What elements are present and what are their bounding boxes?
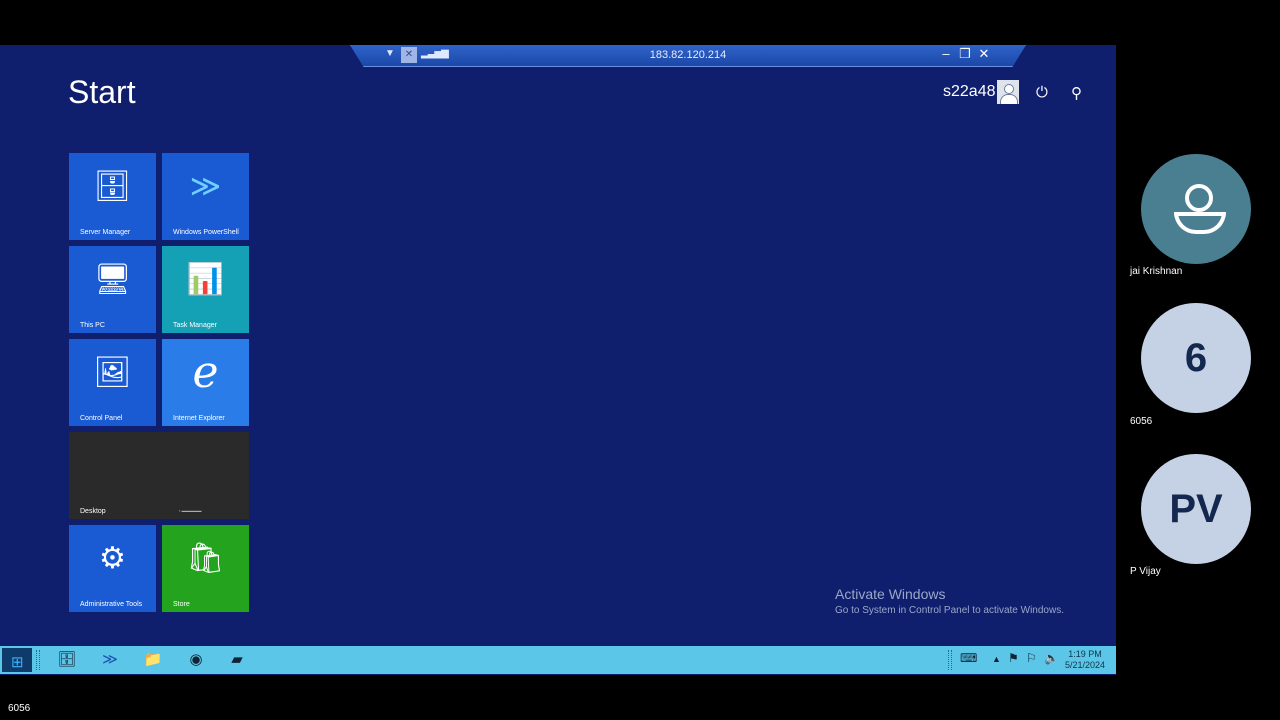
tile-control-panel[interactable]: 🖼 Control Panel	[69, 339, 156, 426]
bottom-label: 6056	[8, 703, 31, 714]
tile-label: This PC	[80, 322, 105, 329]
keyboard-icon[interactable]: ⌨	[960, 651, 977, 665]
tile-label: Store	[173, 601, 190, 608]
show-hidden-icons[interactable]: ▲	[992, 654, 1001, 664]
admin-tools-icon: ⚙	[99, 542, 126, 575]
participant-name: 6056	[1130, 416, 1153, 427]
taskbar-divider	[36, 650, 40, 670]
search-icon[interactable]: ⚲	[1071, 84, 1082, 102]
tile-store[interactable]: 🛍 Store	[162, 525, 249, 612]
person-icon	[1185, 184, 1213, 212]
tile-label: Internet Explorer	[173, 415, 225, 422]
power-icon[interactable]: ⏻	[1036, 84, 1048, 101]
tile-internet-explorer[interactable]: e Internet Explorer	[162, 339, 249, 426]
user-avatar[interactable]	[997, 80, 1019, 104]
file-explorer-icon[interactable]: 📁	[138, 649, 168, 671]
task-manager-icon: 📊	[186, 263, 225, 296]
tile-windows-powershell[interactable]: ≫ Windows PowerShell	[162, 153, 249, 240]
connection-bar: ▼ ✕ ▂▃▅▆ 183.82.120.214 – ❐ ✕	[350, 45, 1026, 67]
computer-icon: 🖥	[93, 263, 132, 296]
control-panel-icon: 🖼	[93, 356, 132, 389]
close-button[interactable]: ✕	[976, 46, 992, 62]
store-icon: 🛍	[186, 542, 225, 575]
powershell-icon: ≫	[189, 170, 222, 203]
remote-desktop-screen[interactable]: ▼ ✕ ▂▃▅▆ 183.82.120.214 – ❐ ✕ Start s22a…	[0, 45, 1116, 675]
start-button[interactable]: ⊞	[2, 648, 32, 672]
minimize-button[interactable]: –	[938, 46, 954, 61]
participant-avatar[interactable]: 6	[1141, 303, 1251, 413]
tile-label: Desktop	[80, 508, 106, 515]
tile-server-manager[interactable]: 🗄 Server Manager	[69, 153, 156, 240]
participant-avatar[interactable]: PV	[1141, 454, 1251, 564]
action-center-icon[interactable]: ⚐	[1026, 651, 1037, 665]
clock-time: 1:19 PM	[1068, 649, 1102, 659]
person-body-icon	[1174, 212, 1226, 234]
tray-divider	[948, 650, 952, 670]
tile-label: Control Panel	[80, 415, 123, 422]
tile-this-pc[interactable]: 🖥 This PC	[69, 246, 156, 333]
server-manager-taskbar-icon[interactable]: 🗄	[52, 649, 82, 671]
tile-label: Windows PowerShell	[173, 229, 239, 236]
tile-task-manager[interactable]: 📊 Task Manager	[162, 246, 249, 333]
start-title: Start	[68, 74, 136, 110]
windows-watermark-icon: ▪ ▬▬▬▬▬	[179, 508, 202, 513]
app-taskbar-icon[interactable]: ▰	[222, 649, 252, 671]
participant-name: jai Krishnan	[1130, 266, 1183, 277]
activate-title: Activate Windows	[835, 586, 946, 602]
connection-ip: 183.82.120.214	[649, 49, 727, 61]
participant-avatar[interactable]	[1141, 154, 1251, 264]
chrome-icon[interactable]: ◉	[181, 649, 211, 671]
tile-administrative-tools[interactable]: ⚙ Administrative Tools	[69, 525, 156, 612]
server-manager-icon: 🗄	[93, 170, 132, 203]
clock-date: 5/21/2024	[1064, 660, 1106, 670]
taskbar-clock[interactable]: 1:19 PM 5/21/2024	[1060, 649, 1110, 671]
taskbar: ⊞ 🗄 ≫ 📁 ◉ ▰ ⌨ ▲ ⚑ ⚐ 🔈 1:19 PM 5/21/2024	[0, 646, 1116, 674]
network-icon[interactable]: ⚑	[1008, 651, 1019, 665]
internet-explorer-icon: e	[192, 347, 219, 398]
powershell-taskbar-icon[interactable]: ≫	[95, 649, 125, 671]
activation-watermark: Activate Windows Go to System in Control…	[835, 586, 1064, 616]
tile-label: Administrative Tools	[80, 601, 143, 608]
participant-initial: 6	[1184, 335, 1208, 380]
tile-label: Server Manager	[80, 229, 131, 236]
windows-logo-icon: ⊞	[11, 654, 24, 671]
participant-initial: PV	[1169, 486, 1223, 531]
tile-desktop[interactable]: ▪ ▬▬▬▬▬ Desktop	[69, 432, 249, 519]
activate-subtitle: Go to System in Control Panel to activat…	[835, 605, 1064, 616]
volume-icon[interactable]: 🔈	[1044, 651, 1059, 665]
restore-button[interactable]: ❐	[957, 46, 973, 62]
tile-label: Task Manager	[173, 322, 217, 329]
user-name[interactable]: s22a48	[943, 83, 996, 101]
participant-name: P Vijay	[1130, 566, 1161, 577]
